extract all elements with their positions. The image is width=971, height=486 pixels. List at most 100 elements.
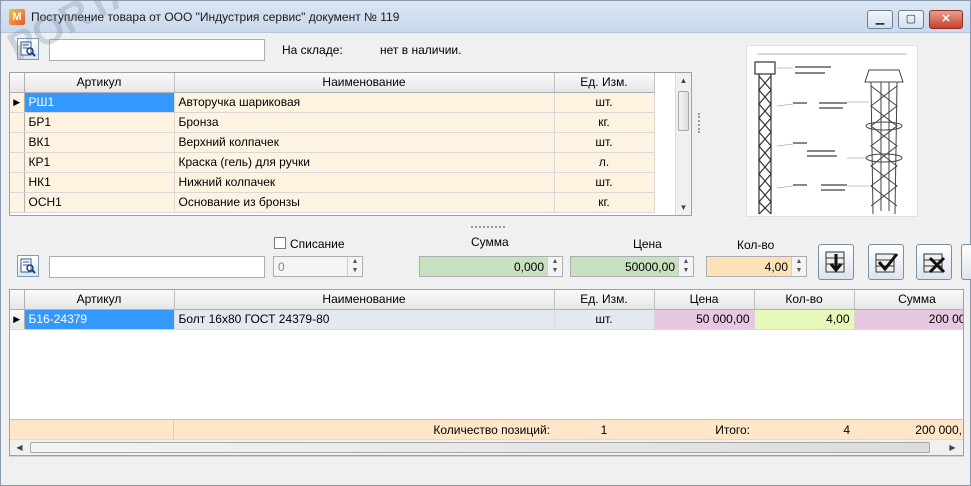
insert-row-icon bbox=[825, 251, 845, 273]
item-search-input[interactable] bbox=[49, 256, 265, 278]
catalog-header-row: Артикул Наименование Ед. Изм. bbox=[10, 73, 655, 93]
cell-name[interactable]: Верхний колпачек bbox=[174, 132, 555, 153]
cell-name[interactable]: Нижний колпачек bbox=[174, 172, 555, 193]
window-title: Поступление товара от ООО "Индустрия сер… bbox=[31, 10, 400, 24]
column-header-price[interactable]: Цена bbox=[654, 290, 755, 310]
horizontal-splitter[interactable] bbox=[471, 226, 505, 229]
checkmark-icon bbox=[875, 253, 899, 273]
cell-name[interactable]: Основание из бронзы bbox=[174, 192, 555, 213]
table-row[interactable]: ▶ Б16-24379 Болт 16х80 ГОСТ 24379-80 шт.… bbox=[10, 309, 963, 330]
writeoff-value: 0 bbox=[278, 260, 285, 274]
table-row[interactable]: ▶ РШ1 Авторучка шариковая шт. bbox=[10, 92, 655, 113]
price-label: Цена bbox=[633, 237, 662, 251]
footer-total-label: Итого: bbox=[715, 423, 750, 437]
sum-field[interactable]: 0,000 ▲ ▼ bbox=[419, 256, 563, 277]
document-horizontal-scrollbar[interactable]: ◀ ▶ bbox=[10, 439, 963, 455]
document-footer-row: Количество позиций: 1 Итого: 4 200 000, bbox=[10, 419, 963, 440]
writeoff-label: Списание bbox=[290, 237, 345, 251]
cell-article[interactable]: ОСН1 bbox=[24, 192, 175, 213]
column-header-name[interactable]: Наименование bbox=[174, 290, 555, 310]
tower-drawing-icon bbox=[754, 53, 907, 215]
column-header-name[interactable]: Наименование bbox=[174, 73, 555, 93]
cell-article[interactable]: БР1 bbox=[24, 112, 175, 133]
sum-spinner-icon[interactable]: ▲ ▼ bbox=[547, 257, 562, 276]
cell-article[interactable]: НК1 bbox=[24, 172, 175, 193]
footer-count-label: Количество позиций: bbox=[433, 423, 550, 437]
column-header-unit[interactable]: Ед. Изм. bbox=[554, 290, 655, 310]
row-indicator-header bbox=[10, 73, 25, 93]
footer-total-qty: 4 bbox=[843, 423, 850, 437]
qty-spinner-icon[interactable]: ▲ ▼ bbox=[791, 257, 806, 276]
current-row-indicator-icon: ▶ bbox=[10, 92, 25, 113]
table-row[interactable]: НК1 Нижний колпачек шт. bbox=[10, 172, 655, 193]
cell-article[interactable]: РШ1 bbox=[24, 92, 175, 113]
sum-label: Сумма bbox=[471, 235, 509, 249]
column-header-qty[interactable]: Кол-во bbox=[754, 290, 855, 310]
table-row[interactable]: ОСН1 Основание из бронзы кг. bbox=[10, 192, 655, 213]
column-header-article[interactable]: Артикул bbox=[24, 290, 175, 310]
writeoff-quantity-field: 0 ▲ ▼ bbox=[273, 256, 363, 277]
scroll-up-icon[interactable]: ▲ bbox=[676, 73, 691, 88]
cell-unit[interactable]: л. bbox=[554, 152, 655, 173]
row-indicator bbox=[10, 192, 25, 213]
qty-field[interactable]: 4,00 ▲ ▼ bbox=[706, 256, 807, 277]
search-icon bbox=[20, 258, 36, 274]
cell-qty[interactable]: 4,00 bbox=[754, 309, 855, 330]
document-grid: Артикул Наименование Ед. Изм. Цена Кол-в… bbox=[9, 289, 964, 456]
cell-article[interactable]: ВК1 bbox=[24, 132, 175, 153]
cell-unit[interactable]: кг. bbox=[554, 112, 655, 133]
main-window: M Поступление товара от ООО "Индустрия с… bbox=[0, 0, 971, 486]
catalog-search-input[interactable] bbox=[49, 39, 265, 61]
cell-unit[interactable]: кг. bbox=[554, 192, 655, 213]
scroll-thumb[interactable] bbox=[30, 442, 930, 453]
price-field[interactable]: 50000,00 ▲ ▼ bbox=[570, 256, 694, 277]
close-button[interactable]: ✕ bbox=[929, 10, 963, 29]
scroll-left-icon[interactable]: ◀ bbox=[12, 440, 27, 455]
document-header-row: Артикул Наименование Ед. Изм. Цена Кол-в… bbox=[10, 290, 963, 310]
row-indicator bbox=[10, 132, 25, 153]
cell-price[interactable]: 50 000,00 bbox=[654, 309, 755, 330]
cell-name[interactable]: Бронза bbox=[174, 112, 555, 133]
sum-value: 0,000 bbox=[513, 260, 544, 274]
cell-unit[interactable]: шт. bbox=[554, 172, 655, 193]
footer-cell-empty bbox=[24, 420, 174, 440]
cell-unit[interactable]: шт. bbox=[554, 132, 655, 153]
writeoff-checkbox[interactable] bbox=[274, 237, 286, 249]
search-item-button[interactable] bbox=[17, 255, 39, 277]
table-row[interactable]: БР1 Бронза кг. bbox=[10, 112, 655, 133]
scroll-thumb[interactable] bbox=[678, 91, 689, 131]
footer-total-sum: 200 000, bbox=[915, 423, 962, 437]
more-actions-button[interactable] bbox=[961, 244, 971, 280]
cell-name[interactable]: Болт 16х80 ГОСТ 24379-80 bbox=[174, 309, 555, 330]
scroll-down-icon[interactable]: ▼ bbox=[676, 200, 691, 215]
column-header-article[interactable]: Артикул bbox=[24, 73, 175, 93]
maximize-button[interactable]: ▢ bbox=[898, 10, 924, 29]
table-row[interactable]: КР1 Краска (гель) для ручки л. bbox=[10, 152, 655, 173]
cell-unit[interactable]: шт. bbox=[554, 92, 655, 113]
scroll-right-icon[interactable]: ▶ bbox=[945, 440, 960, 455]
cell-article[interactable]: КР1 bbox=[24, 152, 175, 173]
product-image bbox=[746, 45, 918, 217]
row-indicator bbox=[10, 172, 25, 193]
table-row[interactable]: ВК1 Верхний колпачек шт. bbox=[10, 132, 655, 153]
vertical-splitter[interactable] bbox=[698, 113, 702, 133]
search-catalog-button[interactable] bbox=[17, 38, 39, 60]
price-value: 50000,00 bbox=[624, 260, 675, 274]
cell-article[interactable]: Б16-24379 bbox=[24, 309, 175, 330]
delete-icon bbox=[923, 253, 946, 274]
cell-name[interactable]: Краска (гель) для ручки bbox=[174, 152, 555, 173]
cell-unit[interactable]: шт. bbox=[554, 309, 655, 330]
column-header-unit[interactable]: Ед. Изм. bbox=[554, 73, 655, 93]
qty-label: Кол-во bbox=[737, 238, 775, 252]
minimize-button[interactable]: ▁ bbox=[867, 10, 893, 29]
price-spinner-icon[interactable]: ▲ ▼ bbox=[678, 257, 693, 276]
confirm-row-button[interactable] bbox=[868, 244, 904, 280]
column-header-sum[interactable]: Сумма bbox=[854, 290, 963, 310]
insert-row-button[interactable] bbox=[818, 244, 854, 280]
catalog-vertical-scrollbar[interactable]: ▲ ▼ bbox=[675, 73, 691, 215]
delete-row-button[interactable] bbox=[916, 244, 952, 280]
writeoff-spinner-icon: ▲ ▼ bbox=[347, 257, 362, 276]
cell-name[interactable]: Авторучка шариковая bbox=[174, 92, 555, 113]
search-icon bbox=[20, 41, 36, 57]
cell-sum[interactable]: 200 000, bbox=[854, 309, 963, 330]
